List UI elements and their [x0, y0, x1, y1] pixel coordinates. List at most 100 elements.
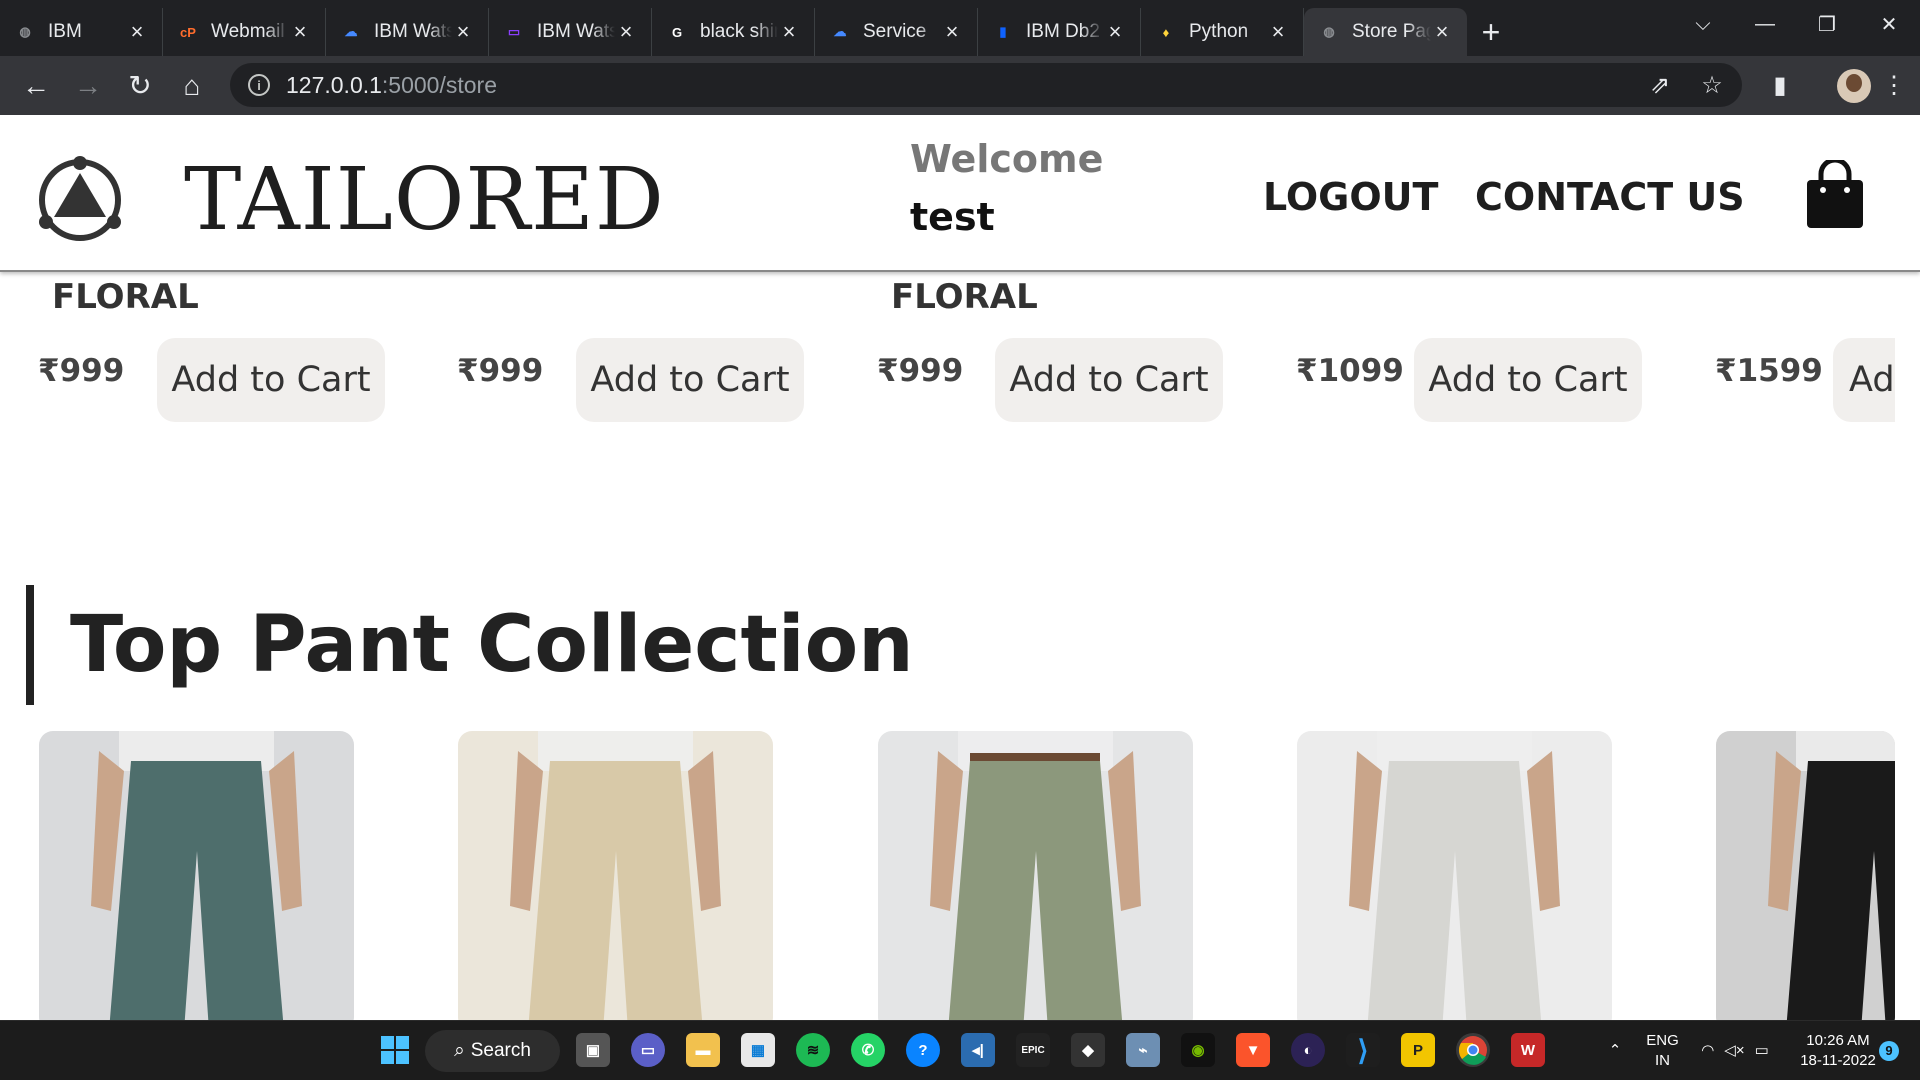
browser-tab-strip: ◍IBM×cPWebmail×☁IBM Watson×▭IBM Watson A… — [0, 0, 1920, 56]
add-to-cart-button[interactable]: Add to Cart — [157, 338, 385, 422]
clock[interactable]: 10:26 AM 18-11-2022 — [1788, 1021, 1888, 1081]
chrome-menu-icon[interactable]: ⋮ — [1868, 60, 1920, 112]
browser-tab[interactable]: ▭ IBM Watson Assistant× — [489, 8, 652, 56]
product-image[interactable] — [1297, 731, 1612, 1020]
bar-chart-icon: ▮ — [999, 24, 1007, 39]
eclipse-icon[interactable]: ◐ — [1291, 1033, 1325, 1067]
close-tab-icon[interactable]: × — [1431, 19, 1453, 45]
volume-muted-icon: ◁× — [1724, 1042, 1745, 1059]
tab-title: IBM — [48, 21, 82, 42]
wifi-icon: ◠ — [1701, 1042, 1715, 1059]
add-to-cart-button[interactable]: Add to Cart — [995, 338, 1223, 422]
taskbar-search-label: Search — [470, 1040, 531, 1061]
site-header: TAILORED Welcome test LOGOUT CONTACT US — [0, 115, 1920, 272]
browser-tab[interactable]: ◍ Store Page× — [1304, 8, 1467, 56]
brave-browser-icon[interactable]: ▼ — [1236, 1033, 1270, 1067]
chat-icon: ▭ — [507, 24, 521, 39]
tab-title: black shirt — [700, 21, 778, 42]
product-image[interactable] — [458, 731, 773, 1020]
brand-name[interactable]: TAILORED — [184, 150, 665, 250]
add-to-cart-button[interactable]: Add to Cart — [1833, 338, 1895, 422]
close-tab-icon[interactable]: × — [778, 19, 800, 45]
new-tab-button[interactable]: + — [1467, 8, 1515, 56]
browser-tab[interactable]: Gblack shirt × — [652, 8, 815, 56]
url-host: 127.0.0.1 — [286, 71, 382, 98]
show-hidden-icons[interactable]: ⌃ — [1600, 1021, 1630, 1081]
product-category: FLORAL — [52, 277, 199, 317]
clock-time: 10:26 AM — [1806, 1032, 1870, 1049]
share-icon[interactable]: ⇗ — [1634, 60, 1686, 112]
tab-search-icon[interactable]: ⌵ — [1672, 0, 1734, 48]
product-image[interactable] — [878, 731, 1193, 1020]
shopping-bag-icon[interactable] — [1805, 160, 1865, 230]
store-page: TAILORED Welcome test LOGOUT CONTACT US … — [0, 115, 1920, 1020]
browser-tab[interactable]: ▮ IBM Db2 × — [978, 8, 1141, 56]
close-tab-icon[interactable]: × — [289, 19, 311, 45]
language-code: ENG — [1646, 1032, 1679, 1049]
restore-button[interactable]: ❐ — [1796, 0, 1858, 48]
whatsapp-icon[interactable]: ✆ — [851, 1033, 885, 1067]
audio-app-icon[interactable]: ◂| — [961, 1033, 995, 1067]
contact-us-link[interactable]: CONTACT US — [1475, 175, 1745, 219]
browser-tab[interactable]: ♦ Python × — [1141, 8, 1304, 56]
tailored-logo-icon[interactable] — [32, 155, 128, 245]
address-bar[interactable]: i 127.0.0.1:5000/store — [230, 63, 1742, 107]
microsoft-store-icon[interactable]: ▦ — [741, 1033, 775, 1067]
back-button[interactable]: ← — [10, 60, 62, 112]
globe-icon: ◍ — [19, 24, 31, 39]
forward-button[interactable]: → — [62, 60, 114, 112]
close-tab-icon[interactable]: × — [1104, 19, 1126, 45]
side-panel-icon[interactable]: ▮ — [1754, 60, 1806, 112]
chrome-icon[interactable] — [1456, 1033, 1490, 1067]
product-image[interactable] — [39, 731, 354, 1020]
windows-start-icon[interactable] — [378, 1033, 412, 1067]
profile-avatar[interactable] — [1837, 68, 1871, 103]
close-tab-icon[interactable]: × — [1267, 19, 1289, 45]
google-icon: G — [671, 24, 683, 40]
notes-app-icon[interactable]: P — [1401, 1033, 1435, 1067]
close-tab-icon[interactable]: × — [126, 19, 148, 45]
product-image[interactable] — [1716, 731, 1895, 1020]
home-button[interactable]: ⌂ — [166, 60, 218, 112]
add-to-cart-button[interactable]: Add to Cart — [576, 338, 804, 422]
taskbar-search-button[interactable]: ⌕ Search — [425, 1030, 560, 1072]
nvidia-icon[interactable]: ◉ — [1181, 1033, 1215, 1067]
vscode-icon[interactable]: ⟩ — [1346, 1033, 1380, 1067]
product-price: ₹1099 — [1296, 353, 1404, 389]
site-info-icon[interactable]: i — [248, 74, 270, 96]
close-tab-icon[interactable]: × — [452, 19, 474, 45]
product-category: FLORAL — [891, 277, 1038, 317]
file-explorer-icon[interactable]: ▬ — [686, 1033, 720, 1067]
minimize-button[interactable]: — — [1734, 0, 1796, 48]
tab-title: IBM Db2 — [1026, 21, 1100, 42]
close-window-button[interactable]: ✕ — [1858, 0, 1920, 48]
browser-tab[interactable]: ☁ Service × — [815, 8, 978, 56]
language-indicator[interactable]: ENG IN — [1640, 1021, 1685, 1081]
browser-tab[interactable]: cP Webmail × — [163, 8, 326, 56]
product-price: ₹1599 — [1715, 353, 1823, 389]
reload-button[interactable]: ↻ — [114, 60, 166, 112]
globe-icon: ◍ — [1323, 24, 1335, 39]
logout-link[interactable]: LOGOUT — [1263, 175, 1438, 219]
close-tab-icon[interactable]: × — [941, 19, 963, 45]
tab-title: Store Page — [1352, 21, 1431, 42]
notification-badge[interactable]: 9 — [1874, 1021, 1904, 1081]
add-to-cart-button[interactable]: Add to Cart — [1414, 338, 1642, 422]
system-tray[interactable]: ◠ ◁× ▭ — [1690, 1021, 1780, 1081]
task-view-icon[interactable]: ▣ — [576, 1033, 610, 1067]
teams-chat-icon[interactable]: ▭ — [631, 1033, 665, 1067]
browser-tab[interactable]: ☁ IBM Watson× — [326, 8, 489, 56]
close-tab-icon[interactable]: × — [615, 19, 637, 45]
browser-tab[interactable]: ◍ IBM × — [0, 8, 163, 56]
ibm-cloud-icon: ☁ — [833, 24, 847, 39]
welcome-text: Welcome — [910, 137, 1104, 181]
wps-office-icon[interactable]: W — [1511, 1033, 1545, 1067]
help-icon[interactable]: ? — [906, 1033, 940, 1067]
spotify-icon[interactable]: ≋ — [796, 1033, 830, 1067]
window-controls: ⌵ — ❐ ✕ — [1672, 0, 1920, 48]
photos-icon[interactable]: ⌁ — [1126, 1033, 1160, 1067]
app-icon[interactable]: ◆ — [1071, 1033, 1105, 1067]
epic-games-icon[interactable]: EPIC — [1016, 1033, 1050, 1067]
bookmark-star-icon[interactable]: ☆ — [1686, 60, 1738, 112]
url-path: :5000/store — [381, 71, 498, 98]
